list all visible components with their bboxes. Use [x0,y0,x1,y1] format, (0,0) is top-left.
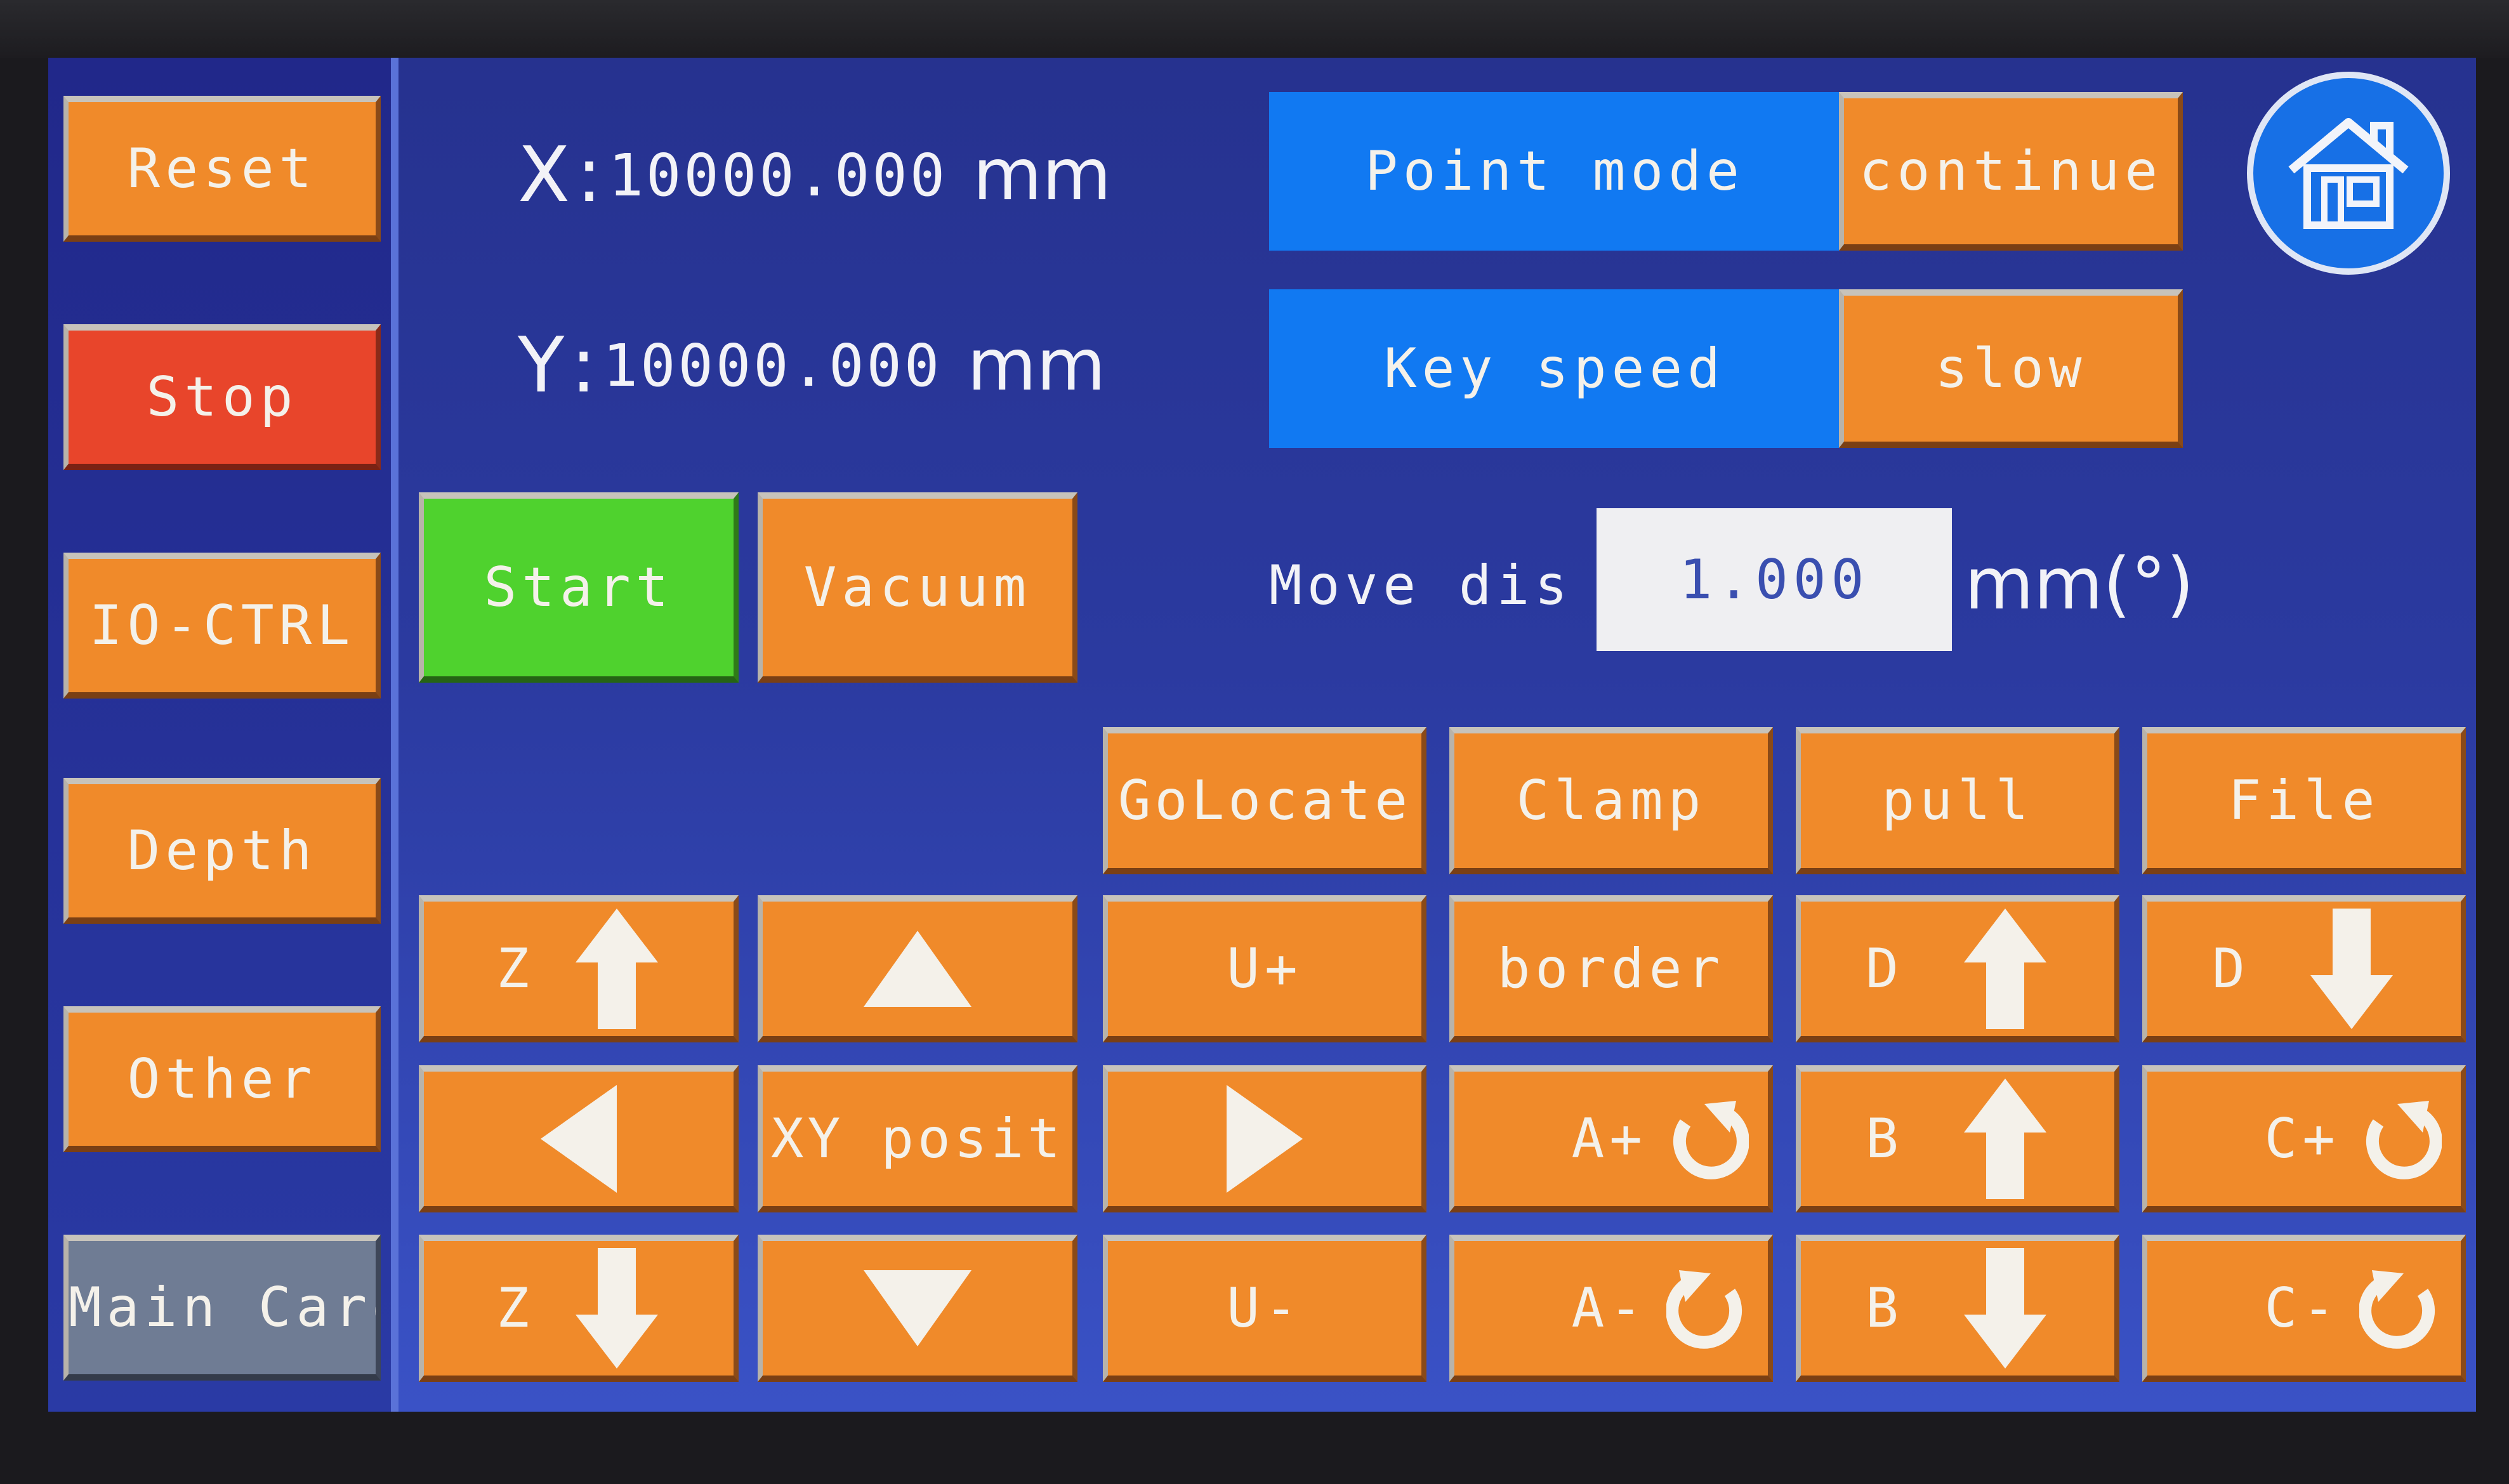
z-down-label: Z [496,1277,534,1340]
z-up-label: Z [496,937,534,1001]
start-button[interactable]: Start [419,492,739,683]
point-mode-value: continue [1859,140,2163,203]
rotate-ccw-icon [2359,1098,2442,1180]
stop-button[interactable]: Stop [63,324,381,470]
u-minus-label: U- [1227,1277,1303,1340]
arrow-up-icon [572,905,661,1032]
x-separator: : [576,131,602,220]
y-separator: : [570,321,596,410]
y-up-button[interactable] [758,895,1077,1042]
triangle-right-icon [1223,1082,1306,1196]
triangle-down-icon [860,1267,975,1349]
xy-posit-label: XY posit [770,1107,1065,1171]
hmi-screen: Reset Stop IO-CTRL Depth Other Main Card… [48,58,2476,1412]
move-dis-input[interactable]: 1.000 [1597,508,1952,651]
depth-button[interactable]: Depth [63,778,381,924]
key-speed-label-box: Key speed [1269,289,1840,448]
point-mode-label: Point mode [1365,140,1744,203]
x-axis-label: X [518,131,570,220]
triangle-left-icon [537,1082,620,1196]
d-up-label: D [1866,937,1904,1001]
arrow-down-icon [1961,1245,2050,1372]
b-up-label: B [1866,1107,1904,1171]
sidebar-divider [391,58,398,1412]
c-plus-label: C+ [2264,1107,2340,1171]
sidebar [48,58,391,1412]
move-dis-label: Move dis [1269,554,1573,617]
arrow-up-icon [1961,905,2050,1032]
key-speed-toggle[interactable]: slow [1839,289,2183,448]
arrow-down-icon [572,1245,661,1372]
x-value: 10000.000 [608,141,948,209]
x-position-readout: X : 10000.000 mm [518,131,1111,220]
file-button[interactable]: File [2142,727,2466,874]
y-down-button[interactable] [758,1235,1077,1382]
x-right-button[interactable] [1103,1065,1426,1212]
b-down-button[interactable]: B [1796,1235,2119,1382]
home-icon [2279,110,2418,237]
io-ctrl-button-label: IO-CTRL [89,594,355,657]
depth-button-label: Depth [127,819,317,883]
reset-button[interactable]: Reset [63,96,381,242]
golocate-button-label: GoLocate [1117,769,1412,832]
vacuum-button[interactable]: Vacuum [758,492,1077,683]
key-speed-value: slow [1935,337,2087,400]
border-button[interactable]: border [1449,895,1773,1042]
z-down-button[interactable]: Z [419,1235,739,1382]
rotate-ccw-icon [1666,1098,1749,1180]
file-button-label: File [2228,769,2380,832]
move-dis-unit: mm(°) [1965,543,2194,626]
y-axis-label: Y [518,321,565,410]
d-down-button[interactable]: D [2142,895,2466,1042]
border-button-label: border [1497,937,1725,1001]
z-up-button[interactable]: Z [419,895,739,1042]
device-bezel [0,0,2509,58]
y-unit: mm [967,324,1106,407]
arrow-up-icon [1961,1075,2050,1202]
move-dis-value: 1.000 [1679,548,1869,612]
a-minus-label: A- [1571,1277,1647,1340]
xy-posit-button[interactable]: XY posit [758,1065,1077,1212]
x-unit: mm [973,134,1112,216]
pull-button[interactable]: pull [1796,727,2119,874]
triangle-up-icon [860,928,975,1010]
pull-button-label: pull [1881,769,2034,832]
rotate-cw-icon [2359,1267,2442,1349]
b-up-button[interactable]: B [1796,1065,2119,1212]
c-plus-button[interactable]: C+ [2142,1065,2466,1212]
point-mode-label-box: Point mode [1269,92,1840,251]
main-card-button-label: Main Card [69,1276,381,1339]
rotate-cw-icon [1666,1267,1749,1349]
a-plus-button[interactable]: A+ [1449,1065,1773,1212]
u-plus-label: U+ [1227,937,1303,1001]
key-speed-label: Key speed [1384,337,1725,400]
reset-button-label: Reset [127,137,317,200]
home-button[interactable] [2247,72,2450,275]
point-mode-toggle[interactable]: continue [1839,92,2183,251]
d-up-button[interactable]: D [1796,895,2119,1042]
stop-button-label: Stop [146,365,298,429]
u-minus-button[interactable]: U- [1103,1235,1426,1382]
y-value: 10000.000 [602,331,942,400]
a-minus-button[interactable]: A- [1449,1235,1773,1382]
main-card-button[interactable]: Main Card [63,1235,381,1381]
a-plus-label: A+ [1571,1107,1647,1171]
clamp-button[interactable]: Clamp [1449,727,1773,874]
c-minus-button[interactable]: C- [2142,1235,2466,1382]
golocate-button[interactable]: GoLocate [1103,727,1426,874]
arrow-down-icon [2307,905,2396,1032]
vacuum-button-label: Vacuum [803,556,1032,619]
x-left-button[interactable] [419,1065,739,1212]
io-ctrl-button[interactable]: IO-CTRL [63,553,381,699]
c-minus-label: C- [2264,1277,2340,1340]
y-position-readout: Y : 10000.000 mm [518,321,1105,410]
other-button[interactable]: Other [63,1006,381,1152]
other-button-label: Other [127,1047,317,1111]
d-down-label: D [2212,937,2250,1001]
u-plus-button[interactable]: U+ [1103,895,1426,1042]
clamp-button-label: Clamp [1516,769,1706,832]
b-down-label: B [1866,1277,1904,1340]
start-button-label: Start [484,556,674,619]
